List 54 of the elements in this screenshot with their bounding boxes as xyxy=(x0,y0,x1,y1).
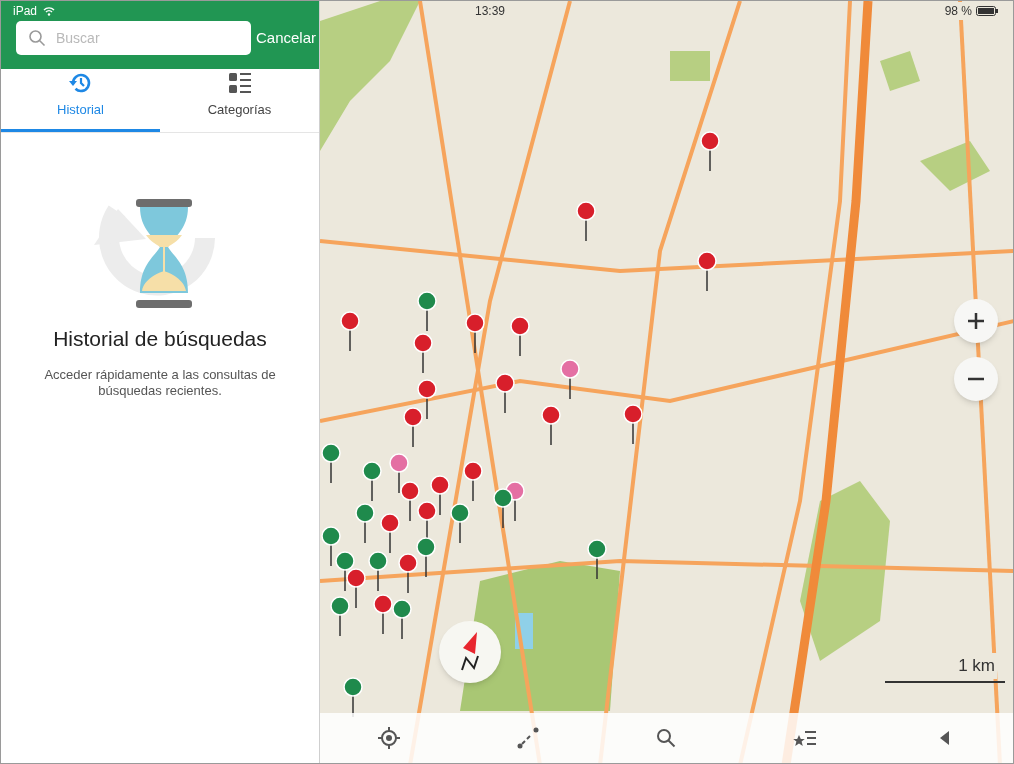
map-pin[interactable] xyxy=(362,461,382,502)
map-pin[interactable] xyxy=(346,568,366,609)
battery-icon xyxy=(976,6,998,16)
map-pin[interactable] xyxy=(389,453,409,494)
history-icon xyxy=(68,71,93,94)
empty-state-title: Historial de búsquedas xyxy=(53,326,267,352)
route-icon xyxy=(516,727,539,749)
map-pin[interactable] xyxy=(417,291,437,332)
map-pin[interactable] xyxy=(417,379,437,420)
map-pin[interactable] xyxy=(403,407,423,448)
map-pin[interactable] xyxy=(368,551,388,592)
map-pin[interactable] xyxy=(450,503,470,544)
map-pin[interactable] xyxy=(430,475,450,516)
map-pin[interactable] xyxy=(560,359,580,400)
cancel-button[interactable]: Cancelar xyxy=(254,26,317,50)
map-pin[interactable] xyxy=(697,251,717,292)
map-pin[interactable] xyxy=(463,461,483,502)
search-icon xyxy=(656,728,677,748)
search-icon xyxy=(28,29,46,47)
map-pin[interactable] xyxy=(340,311,360,352)
battery-level: 98 % xyxy=(944,3,972,20)
map-pin[interactable] xyxy=(321,526,341,567)
map-pin[interactable] xyxy=(465,313,485,354)
target-icon xyxy=(378,727,401,749)
map-pin[interactable] xyxy=(495,373,515,414)
map-pin[interactable] xyxy=(400,481,420,522)
map-pin[interactable] xyxy=(330,596,350,637)
map-pin[interactable] xyxy=(623,404,643,445)
device-name: iPad xyxy=(13,3,38,20)
tab[interactable]: Categorías xyxy=(160,69,319,132)
wifi-icon xyxy=(43,6,56,16)
map-scale-label: 1 km xyxy=(956,653,997,679)
map-pin[interactable] xyxy=(587,539,607,580)
tab[interactable]: Historial xyxy=(1,69,160,132)
map-pin[interactable] xyxy=(392,599,412,640)
plus-icon xyxy=(967,312,985,330)
list-icon xyxy=(227,71,252,94)
star-list-icon xyxy=(793,728,818,748)
map-pin[interactable] xyxy=(510,316,530,357)
map-pin[interactable] xyxy=(700,131,720,172)
minus-icon xyxy=(967,377,985,381)
map-pin[interactable] xyxy=(380,513,400,554)
map-pin[interactable] xyxy=(321,443,341,484)
map-pin[interactable] xyxy=(413,333,433,374)
map-pin[interactable] xyxy=(416,537,436,578)
map-pin[interactable] xyxy=(541,405,561,446)
map-pin[interactable] xyxy=(373,594,393,635)
empty-state-message: Acceder rápidamente a las consultas de búsquedas recientes. xyxy=(43,366,277,399)
map-pin[interactable] xyxy=(576,201,596,242)
search-field[interactable]: Buscar xyxy=(16,21,251,55)
map-pin[interactable] xyxy=(355,503,375,544)
map-pin[interactable] xyxy=(493,488,513,529)
map-pin[interactable] xyxy=(335,551,355,592)
map-pin[interactable] xyxy=(398,553,418,594)
